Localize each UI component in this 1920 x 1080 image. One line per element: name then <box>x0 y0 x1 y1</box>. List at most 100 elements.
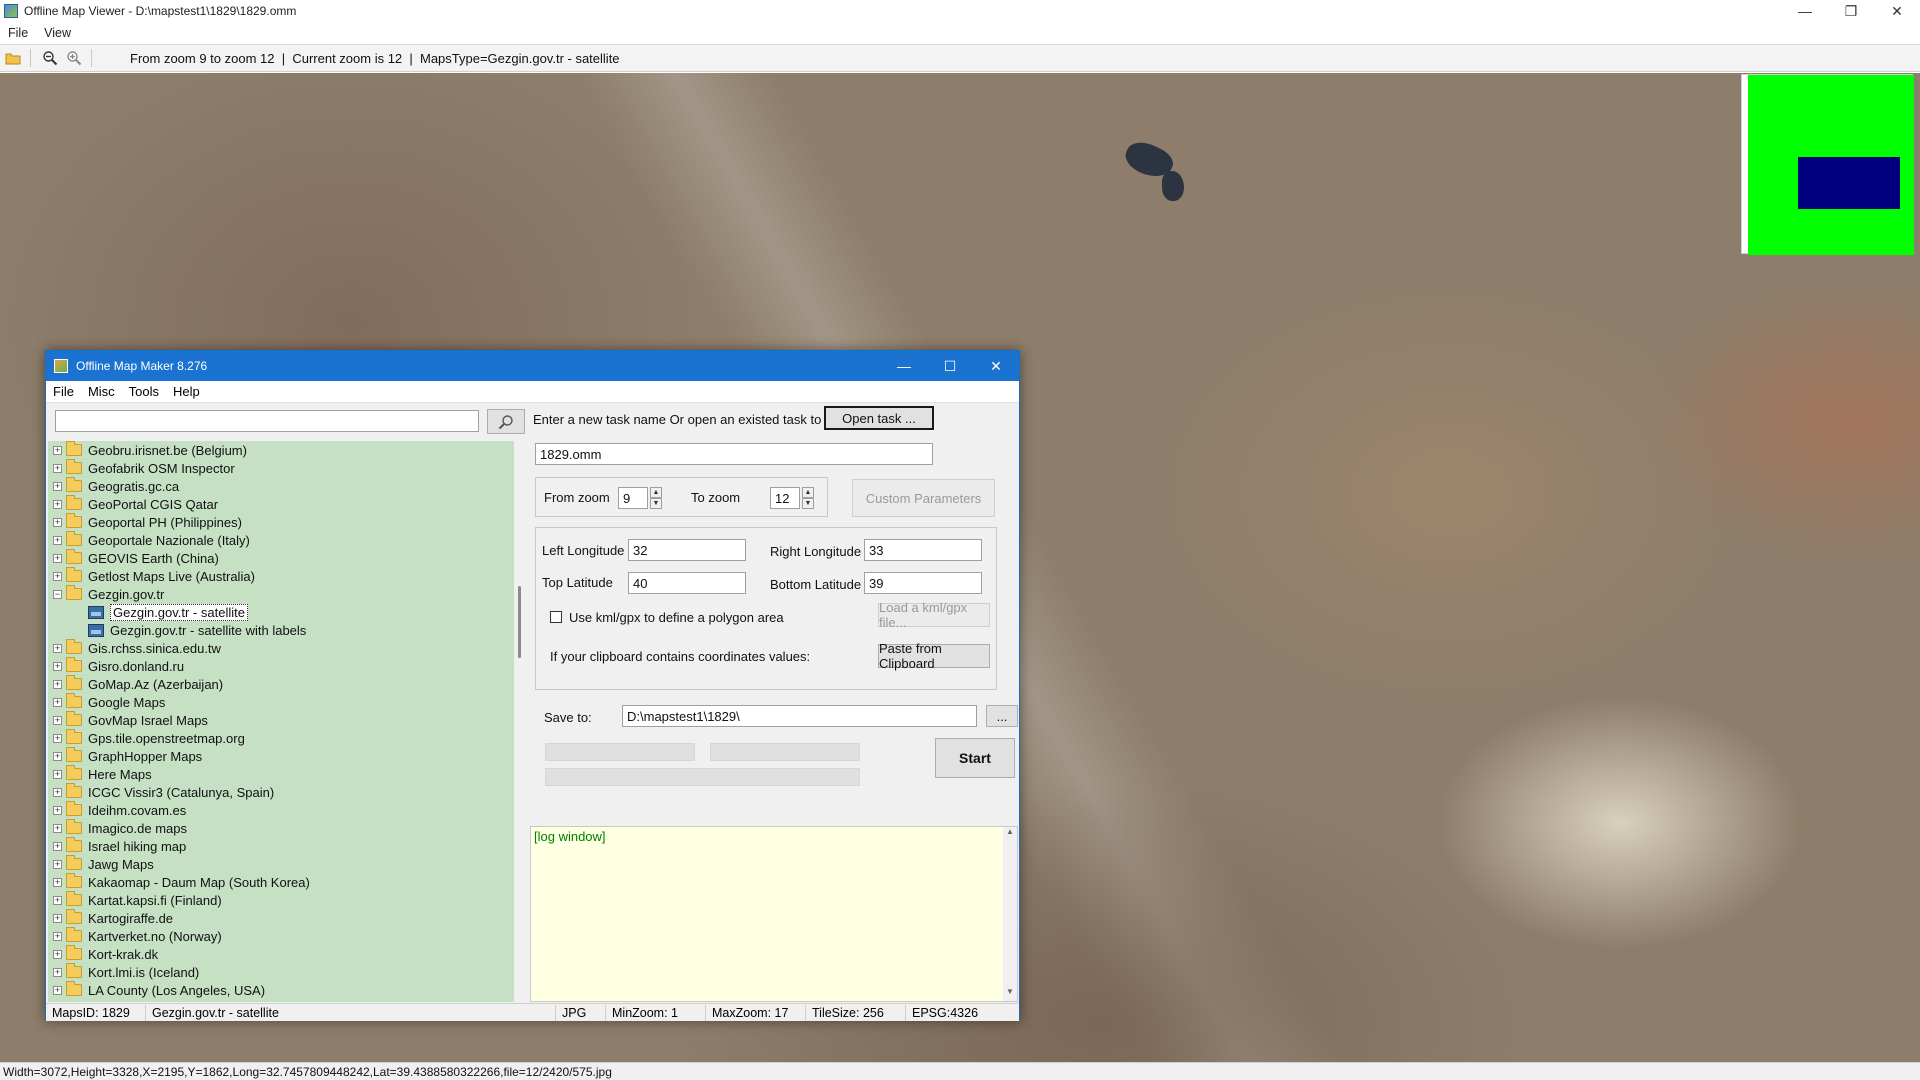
tree-child-item[interactable]: Gezgin.gov.tr - satellite with labels <box>48 621 514 639</box>
expand-icon[interactable]: + <box>53 877 62 887</box>
expand-icon[interactable]: + <box>53 787 62 797</box>
expand-icon[interactable]: + <box>53 661 62 671</box>
tree-folder-item[interactable]: + Jawg Maps <box>48 855 514 873</box>
expand-icon[interactable]: + <box>53 499 62 509</box>
tree-folder-item[interactable]: + GraphHopper Maps <box>48 747 514 765</box>
expand-icon[interactable]: + <box>53 643 62 653</box>
menu-file[interactable]: File <box>0 26 36 40</box>
tree-folder-item[interactable]: + LA County (Los Angeles, USA) <box>48 981 514 999</box>
bottom-latitude-field[interactable]: 39 <box>864 572 982 594</box>
expand-icon[interactable]: + <box>53 571 62 581</box>
start-button[interactable]: Start <box>935 738 1015 778</box>
zoom-out-icon[interactable] <box>39 47 61 69</box>
dialog-menu-help[interactable]: Help <box>166 384 207 399</box>
expand-icon[interactable]: + <box>53 805 62 815</box>
load-kml-button[interactable]: Load a kml/gpx file... <box>878 600 990 630</box>
minimap-viewport[interactable] <box>1798 157 1900 209</box>
tree-folder-item[interactable]: + Kort-krak.dk <box>48 945 514 963</box>
dialog-close-button[interactable]: ✕ <box>973 351 1019 381</box>
tree-folder-item[interactable]: + GEOVIS Earth (China) <box>48 549 514 567</box>
tree-scroll-thumb[interactable] <box>518 586 521 658</box>
expand-icon[interactable]: + <box>53 445 62 455</box>
collapse-icon[interactable]: − <box>53 589 62 599</box>
tree-folder-item[interactable]: + Geoportale Nazionale (Italy) <box>48 531 514 549</box>
tree-folder-item[interactable]: + Here Maps <box>48 765 514 783</box>
expand-icon[interactable]: + <box>53 841 62 851</box>
tree-folder-item[interactable]: + Kartogiraffe.de <box>48 909 514 927</box>
expand-icon[interactable]: + <box>53 859 62 869</box>
expand-icon[interactable]: + <box>53 715 62 725</box>
tree-folder-item[interactable]: + Kakaomap - Daum Map (South Korea) <box>48 873 514 891</box>
open-task-button[interactable]: Open task ... <box>824 406 934 430</box>
restore-button[interactable]: ❐ <box>1828 0 1874 22</box>
expand-icon[interactable]: + <box>53 985 62 995</box>
dialog-maximize-button[interactable]: ☐ <box>927 351 973 381</box>
from-zoom-stepper[interactable]: ▲ ▼ <box>650 487 662 509</box>
tree-folder-item[interactable]: + ICGC Vissir3 (Catalunya, Spain) <box>48 783 514 801</box>
open-folder-icon[interactable] <box>2 47 24 69</box>
tree-folder-item[interactable]: + Geofabrik OSM Inspector <box>48 459 514 477</box>
task-name-field[interactable]: 1829.omm <box>535 443 933 465</box>
dialog-minimize-button[interactable]: — <box>881 351 927 381</box>
tree-folder-item[interactable]: + Kartverket.no (Norway) <box>48 927 514 945</box>
tree-folder-item[interactable]: + GoMap.Az (Azerbaijan) <box>48 675 514 693</box>
tree-folder-item[interactable]: + Geoportal PH (Philippines) <box>48 513 514 531</box>
expand-icon[interactable]: + <box>53 481 62 491</box>
expand-icon[interactable]: + <box>53 463 62 473</box>
search-button[interactable] <box>487 409 525 434</box>
tree-folder-item[interactable]: + Gis.rchss.sinica.edu.tw <box>48 639 514 657</box>
tree-child-item[interactable]: Gezgin.gov.tr - satellite <box>48 603 514 621</box>
tree-folder-item[interactable]: + Kartat.kapsi.fi (Finland) <box>48 891 514 909</box>
tree-folder-item[interactable]: + GeoPortal CGIS Qatar <box>48 495 514 513</box>
dialog-menu-file[interactable]: File <box>46 384 81 399</box>
expand-icon[interactable]: + <box>53 517 62 527</box>
tree-folder-item[interactable]: + Israel hiking map <box>48 837 514 855</box>
tree-folder-item[interactable]: + Gisro.donland.ru <box>48 657 514 675</box>
dialog-menu-tools[interactable]: Tools <box>122 384 166 399</box>
tree-folder-item[interactable]: + Geobru.irisnet.be (Belgium) <box>48 441 514 459</box>
tree-folder-item[interactable]: + Google Maps <box>48 693 514 711</box>
dialog-menu-misc[interactable]: Misc <box>81 384 122 399</box>
tree-folder-item[interactable]: + Gps.tile.openstreetmap.org <box>48 729 514 747</box>
tree-folder-item[interactable]: + GovMap Israel Maps <box>48 711 514 729</box>
expand-icon[interactable]: + <box>53 769 62 779</box>
expand-icon[interactable]: + <box>53 949 62 959</box>
to-zoom-stepper[interactable]: ▲ ▼ <box>802 487 814 509</box>
expand-icon[interactable]: + <box>53 967 62 977</box>
paste-from-clipboard-button[interactable]: Paste from Clipboard <box>878 641 990 671</box>
left-longitude-field[interactable]: 32 <box>628 539 746 561</box>
expand-icon[interactable]: + <box>53 751 62 761</box>
top-latitude-field[interactable]: 40 <box>628 572 746 594</box>
tree-folder-item[interactable]: + Kort.lmi.is (Iceland) <box>48 963 514 981</box>
tree-scrollbar[interactable] <box>516 441 526 1002</box>
tree-folder-item[interactable]: + Getlost Maps Live (Australia) <box>48 567 514 585</box>
scroll-up-icon[interactable]: ▲ <box>1003 827 1017 841</box>
log-scrollbar[interactable]: ▲ ▼ <box>1003 827 1017 1001</box>
expand-icon[interactable]: + <box>53 679 62 689</box>
zoom-in-icon[interactable] <box>63 47 85 69</box>
tree-folder-item[interactable]: + Geogratis.gc.ca <box>48 477 514 495</box>
log-window[interactable]: [log window] ▲ ▼ <box>530 826 1018 1002</box>
close-button[interactable]: ✕ <box>1874 0 1920 22</box>
minimap[interactable] <box>1741 74 1914 255</box>
scroll-down-icon[interactable]: ▼ <box>1003 987 1017 1001</box>
expand-icon[interactable]: + <box>53 535 62 545</box>
from-zoom-field[interactable]: 9 <box>618 487 648 509</box>
minimize-button[interactable]: — <box>1782 0 1828 22</box>
tree-folder-item[interactable]: + Ideihm.covam.es <box>48 801 514 819</box>
map-search-input[interactable] <box>55 410 479 432</box>
tree-folder-item[interactable]: − Gezgin.gov.tr <box>48 585 514 603</box>
map-source-tree[interactable]: + Geobru.irisnet.be (Belgium) + Geofabrik O… <box>48 441 514 1002</box>
expand-icon[interactable]: + <box>53 931 62 941</box>
expand-icon[interactable]: + <box>53 733 62 743</box>
browse-button[interactable]: ... <box>986 705 1018 727</box>
expand-icon[interactable]: + <box>53 553 62 563</box>
custom-parameters-button[interactable]: Custom Parameters <box>852 479 995 517</box>
save-to-field[interactable]: D:\mapstest1\1829\ <box>622 705 977 727</box>
expand-icon[interactable]: + <box>53 697 62 707</box>
use-kml-checkbox[interactable] <box>550 611 562 623</box>
expand-icon[interactable]: + <box>53 895 62 905</box>
expand-icon[interactable]: + <box>53 913 62 923</box>
right-longitude-field[interactable]: 33 <box>864 539 982 561</box>
tree-folder-item[interactable]: + Imagico.de maps <box>48 819 514 837</box>
